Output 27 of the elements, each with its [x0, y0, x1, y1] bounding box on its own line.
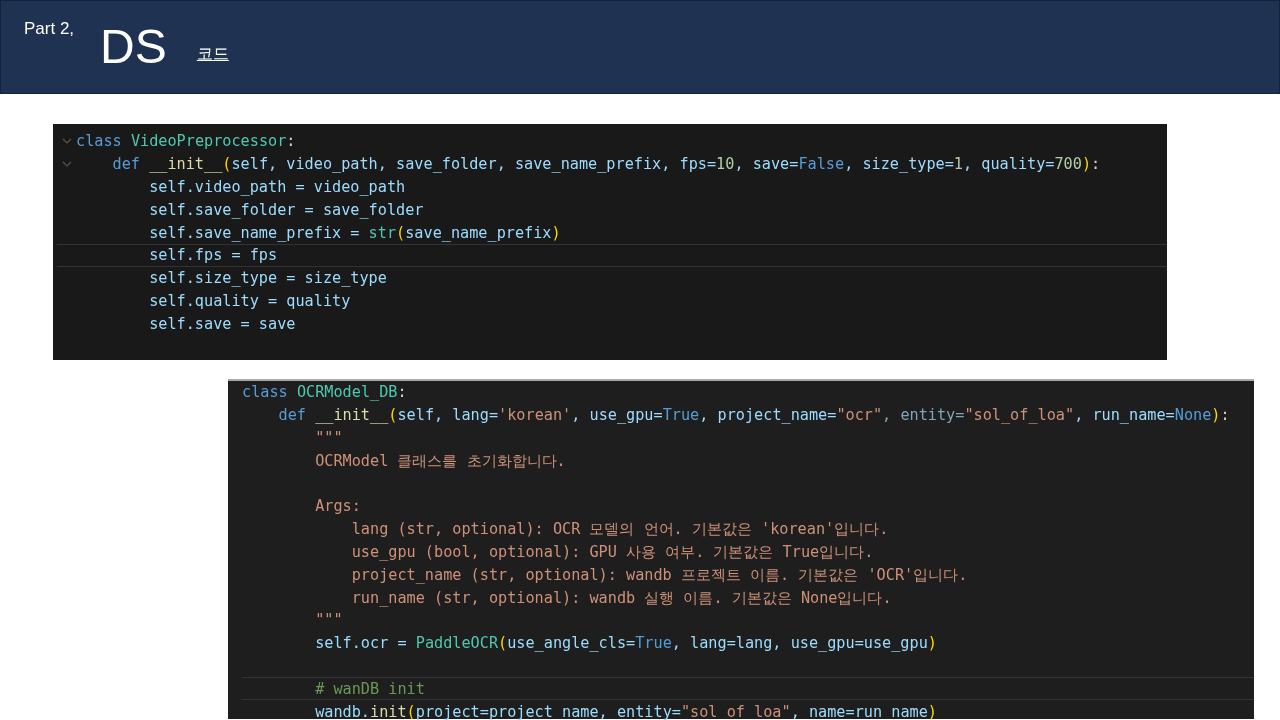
subtitle-link[interactable]: 코드: [196, 44, 229, 65]
code-line: self.ocr = PaddleOCR(use_angle_cls=True, lang=lang, use_gpu=use_gpu): [314, 633, 937, 654]
code-line: Args:: [314, 496, 361, 517]
code-line: self.save_folder = save_folder: [148, 199, 424, 220]
code-line: self.quality = quality: [148, 290, 351, 311]
code-line: wandb.init(project=project_name, entity="sol_of_loa", name=run_name): [314, 701, 937, 720]
code-line: OCRModel 클래스를 초기화합니다.: [314, 450, 566, 471]
code-line: def __init__(self, video_path, save_folder, save_name_prefix, fps=10, save=False, size_type=1, quality=700):: [111, 154, 1101, 175]
fold-chevron-icon[interactable]: [61, 161, 72, 168]
code-line: self.fps = fps: [148, 245, 278, 266]
code-line: self.video_path = video_path: [148, 177, 406, 197]
code-line: # wanDB init: [314, 678, 425, 699]
fold-chevron-icon[interactable]: [61, 138, 72, 145]
code-line: project_name (str, optional): wandb 프로젝트 이름. 기본값은 'OCR'입니다.: [350, 564, 968, 585]
code-line: """: [314, 428, 343, 448]
code-line: self.size_type = size_type: [148, 268, 387, 289]
code-line: run_name (str, optional): wandb 실행 이름. 기본값은 None입니다.: [350, 587, 892, 608]
code-line: class OCRModel_DB:: [242, 382, 407, 403]
part-label: Part 2,: [24, 19, 75, 39]
slide-title: DS: [100, 19, 167, 75]
code-line: lang (str, optional): OCR 모델의 언어. 기본값은 'korean'입니다.: [350, 519, 889, 540]
code-line: def __init__(self, lang='korean', use_gpu=True, project_name="ocr", entity="sol_of_loa", run_name=None):: [277, 405, 1230, 426]
code-line: self.save = save: [148, 313, 296, 334]
code-line: """: [314, 610, 343, 631]
code-line: class VideoPreprocessor:: [76, 131, 296, 152]
code-line: self.save_name_prefix = str(save_name_prefix): [148, 222, 561, 243]
code-line: use_gpu (bool, optional): GPU 사용 여부. 기본값은 True입니다.: [350, 541, 874, 562]
